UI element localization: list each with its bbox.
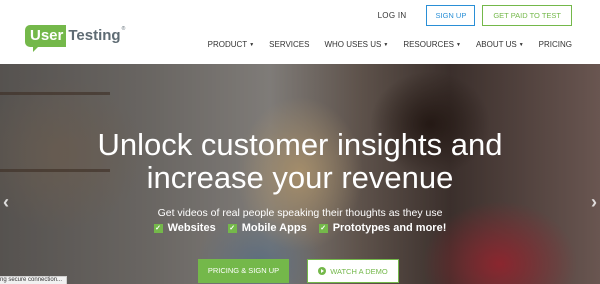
- signup-button[interactable]: SIGN UP: [426, 4, 476, 26]
- site-header: User Testing ® LOG IN SIGN UP GET PAID T…: [0, 0, 600, 64]
- logo-user-text: User: [25, 25, 67, 52]
- headline-line-1: Unlock customer insights and: [97, 127, 503, 162]
- feature-item: ✓ Websites: [153, 222, 216, 234]
- nav-label: RESOURCES: [403, 40, 454, 49]
- login-link[interactable]: LOG IN: [378, 11, 407, 20]
- feature-label: Prototypes and more!: [332, 222, 447, 234]
- hero-subline: Get videos of real people speaking their…: [157, 207, 443, 219]
- logo-testing-text: Testing: [68, 27, 121, 44]
- caret-down-icon: ▼: [383, 41, 389, 48]
- top-links: LOG IN SIGN UP GET PAID TO TEST: [378, 4, 572, 26]
- watch-demo-button[interactable]: WATCH A DEMO: [307, 259, 399, 283]
- checkmark-icon: ✓: [153, 223, 163, 233]
- nav-about-us[interactable]: ABOUT US ▼: [476, 40, 524, 49]
- nav-pricing[interactable]: PRICING: [539, 40, 572, 49]
- play-icon: [318, 267, 327, 275]
- feature-label: Websites: [167, 222, 216, 234]
- caret-down-icon: ▼: [518, 41, 524, 48]
- get-paid-to-test-button[interactable]: GET PAID TO TEST: [482, 4, 572, 26]
- nav-product[interactable]: PRODUCT ▼: [208, 40, 255, 49]
- browser-status-bar: ng secure connection...: [0, 276, 68, 284]
- headline-line-2: increase your revenue: [146, 160, 454, 195]
- nav-services[interactable]: SERVICES: [269, 40, 309, 49]
- nav-label: WHO USES US: [324, 40, 382, 49]
- main-nav: PRODUCT ▼ SERVICES WHO USES US ▼ RESOURC…: [193, 40, 572, 49]
- checkmark-icon: ✓: [227, 223, 237, 233]
- nav-who-uses-us[interactable]: WHO USES US ▼: [324, 40, 388, 49]
- feature-label: Mobile Apps: [241, 222, 307, 234]
- hero-banner: ‹ › Unlock customer insights and increas…: [0, 64, 600, 284]
- background-shelf: [0, 92, 110, 95]
- nav-label: PRICING: [538, 40, 572, 49]
- nav-resources[interactable]: RESOURCES ▼: [403, 40, 461, 49]
- caret-down-icon: ▼: [456, 41, 461, 48]
- nav-label: PRODUCT: [207, 40, 248, 49]
- feature-item: ✓ Prototypes and more!: [318, 222, 447, 234]
- usertesting-logo[interactable]: User Testing ®: [25, 24, 126, 52]
- feature-item: ✓ Mobile Apps: [227, 222, 307, 234]
- hero-headline: Unlock customer insights and increase yo…: [0, 128, 600, 194]
- pricing-signup-button[interactable]: PRICING & SIGN UP: [198, 259, 289, 283]
- nav-label: ABOUT US: [475, 40, 517, 49]
- checkmark-icon: ✓: [318, 223, 328, 233]
- nav-label: SERVICES: [269, 40, 310, 49]
- caret-down-icon: ▼: [249, 41, 255, 48]
- logo-trademark: ®: [121, 26, 126, 32]
- watch-demo-label: WATCH A DEMO: [330, 266, 388, 276]
- feature-list: ✓ Websites ✓ Mobile Apps ✓ Prototypes an…: [0, 222, 600, 234]
